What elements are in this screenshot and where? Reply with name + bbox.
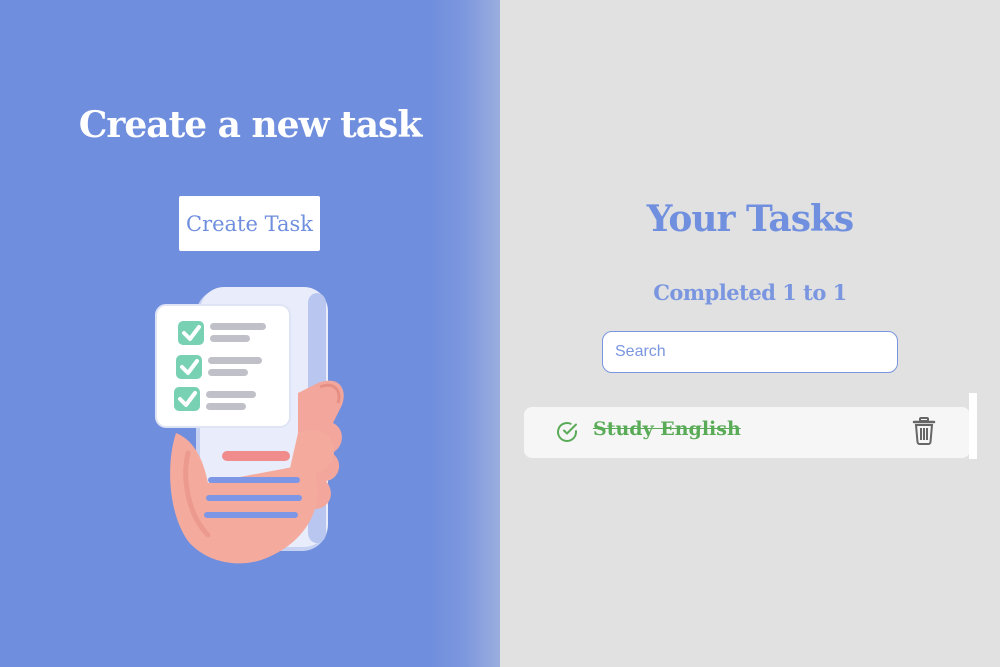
task-title: Study English	[593, 418, 741, 440]
create-task-panel: Create a new task Create Task	[0, 0, 500, 667]
create-task-heading: Create a new task	[78, 104, 423, 146]
phone-checklist-illustration	[155, 287, 344, 564]
app-root: Create a new task Create Task Your Tasks…	[0, 0, 1000, 667]
trash-icon[interactable]	[912, 417, 936, 445]
create-task-button[interactable]: Create Task	[179, 196, 320, 251]
search-input[interactable]	[602, 331, 898, 373]
check-circle-icon[interactable]	[555, 420, 579, 444]
completed-summary: Completed 1 to 1	[653, 280, 847, 305]
your-tasks-heading: Your Tasks	[646, 198, 854, 240]
list-scrollbar[interactable]	[969, 393, 977, 459]
task-item: Study English	[524, 407, 970, 458]
task-list-panel: Your Tasks Completed 1 to 1 Study Englis…	[500, 0, 1000, 667]
